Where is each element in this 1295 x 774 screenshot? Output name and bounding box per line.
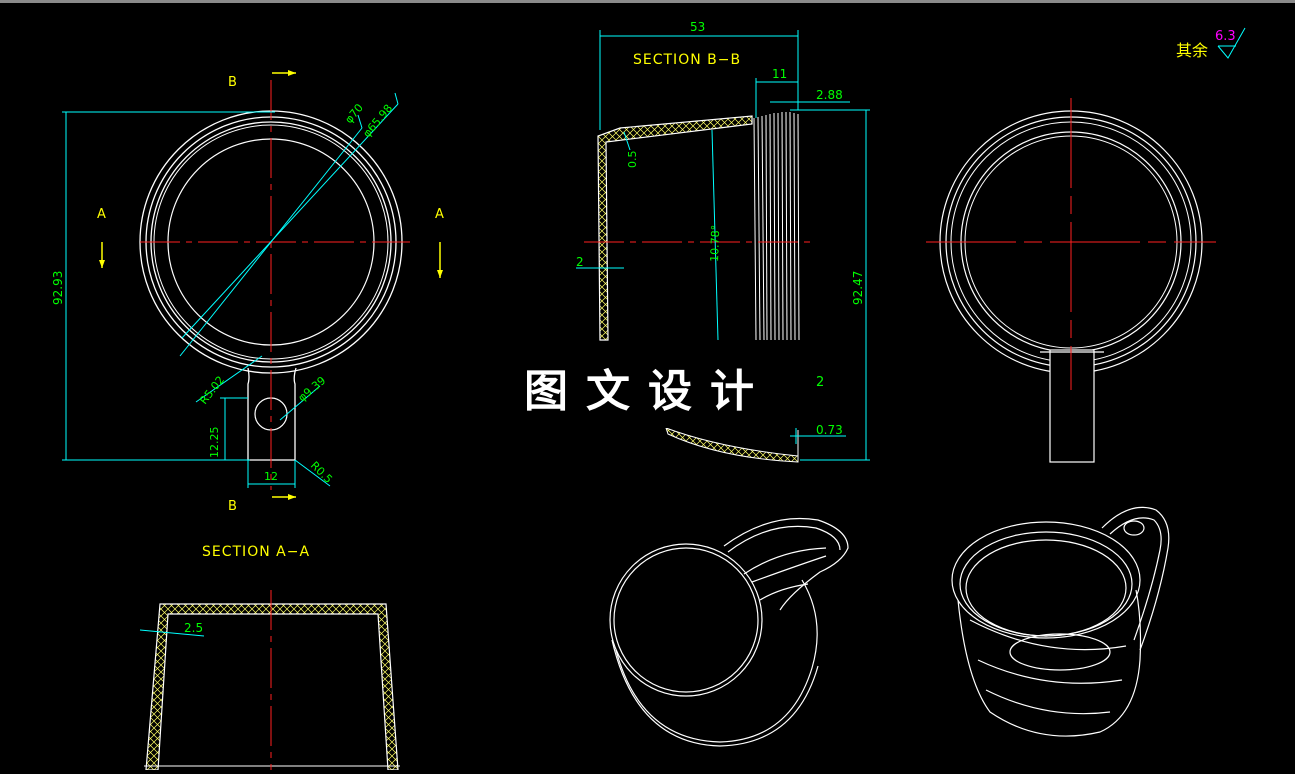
dim-height-bb-label: 92.47: [851, 271, 865, 305]
section-aa-view[interactable]: SECTION A−A 2.5: [139, 544, 400, 771]
section-aa-title: SECTION A−A: [202, 544, 310, 560]
dim-bottom-label: 0.73: [816, 423, 843, 437]
dim-right-wall-label: 2: [816, 375, 824, 390]
window-top-border: [0, 0, 1295, 3]
roughness-value: 6.3: [1215, 29, 1236, 44]
section-marker-b-bottom: B: [228, 499, 237, 514]
dim-width-label: 53: [690, 20, 705, 34]
dim-offset-label: 2.88: [816, 88, 843, 102]
section-marker-a-left: A: [97, 207, 106, 222]
dim-diameter-outer-label: φ70: [342, 101, 366, 126]
iso-view-bottom[interactable]: [609, 517, 849, 747]
section-marker-b-top: B: [228, 75, 237, 90]
watermark-text: 图文设计: [524, 366, 772, 417]
dim-radius-handle-label: R5.02: [197, 374, 227, 407]
dim-hole-label: φ9.39: [296, 374, 329, 404]
watermark: 图文设计: [514, 356, 800, 428]
dim-handle-length-label: 12.25: [208, 427, 221, 459]
dim-rim-label: 11: [772, 67, 787, 81]
dim-angle-label: 10.78°: [708, 225, 722, 262]
roughness-note: 其余 6.3: [1176, 27, 1246, 60]
dim-diameter-inner-label: φ65.98: [360, 102, 395, 140]
roughness-label: 其余: [1176, 41, 1208, 60]
dim-wall-label: 2: [576, 255, 584, 269]
dim-wall-aa-label: 2.5: [184, 621, 203, 635]
dim-height-label: 92.93: [51, 271, 65, 305]
drawing-svg: B B A A 92.93 φ70 φ65.98 R5.02 φ9.39 12.…: [51, 20, 1246, 771]
iso-view-top[interactable]: [951, 506, 1170, 737]
dim-thickness-top-label: 0.5: [626, 151, 639, 169]
section-bb-title: SECTION B−B: [633, 52, 741, 68]
cad-drawing-canvas[interactable]: B B A A 92.93 φ70 φ65.98 R5.02 φ9.39 12.…: [0, 0, 1295, 771]
top-view[interactable]: [926, 98, 1216, 463]
front-view[interactable]: B B A A 92.93 φ70 φ65.98 R5.02 φ9.39 12.…: [51, 70, 444, 514]
dim-handle-width-label: 12: [264, 470, 278, 483]
section-marker-a-right: A: [435, 207, 444, 222]
